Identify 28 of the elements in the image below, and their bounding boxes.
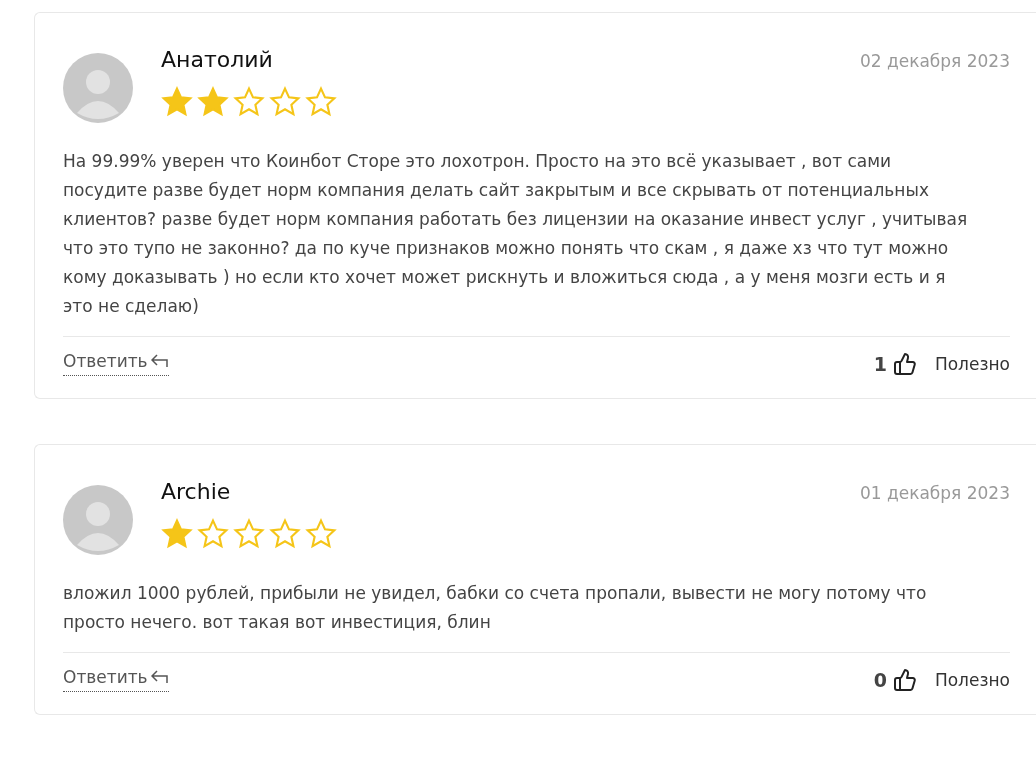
empty-star-icon	[197, 518, 229, 550]
author-name: Анатолий	[161, 47, 274, 72]
reply-arrow-icon	[150, 670, 169, 684]
like-count: 1	[873, 352, 887, 375]
empty-star-icon	[269, 86, 301, 118]
thumbs-up-icon[interactable]	[892, 667, 917, 692]
reply-link[interactable]: Ответить	[63, 667, 169, 692]
avatar-icon	[63, 485, 133, 555]
helpful-label: Полезно	[934, 669, 1010, 690]
avatar-icon	[63, 53, 133, 123]
empty-star-icon	[269, 518, 301, 550]
like-count: 0	[873, 668, 887, 691]
empty-star-icon	[305, 86, 337, 118]
thumbs-up-icon[interactable]	[892, 351, 917, 376]
filled-star-icon	[161, 518, 193, 550]
review-date: 01 декабря 2023	[859, 483, 1010, 503]
empty-star-icon	[233, 518, 265, 550]
author-name: Archie	[161, 479, 232, 504]
review-text: вложил 1000 рублей, прибыли не увидел, бабки со счета пропали, вывести не могу потому что просто нечего. вот такая вот инвестиция, блин	[63, 582, 928, 634]
empty-star-icon	[305, 518, 337, 550]
reply-link[interactable]: Ответить	[63, 351, 169, 376]
filled-star-icon	[197, 86, 229, 118]
empty-star-icon	[233, 86, 265, 118]
review-text: На 99.99% уверен что Коинбот Сторе это лохотрон. Просто на это всё указывает , вот сами посудите разве будет норм компания делать сайт закрытым и все скрывать от потенциальных клиентов? разве будет норм компания работать без лицензии на оказание инвест услуг , учитывая что это тупо не законно? да по куче признаков можно понять что скам , я даже хз что тут можно кому доказывать ) но если кто хочет может рискнуть и вложиться сюда , а у меня мозги есть и я это не сделаю)	[63, 150, 969, 318]
filled-star-icon	[161, 86, 193, 118]
review-date: 02 декабря 2023	[859, 51, 1010, 71]
reply-arrow-icon	[150, 354, 169, 368]
helpful-label: Полезно	[934, 353, 1010, 374]
